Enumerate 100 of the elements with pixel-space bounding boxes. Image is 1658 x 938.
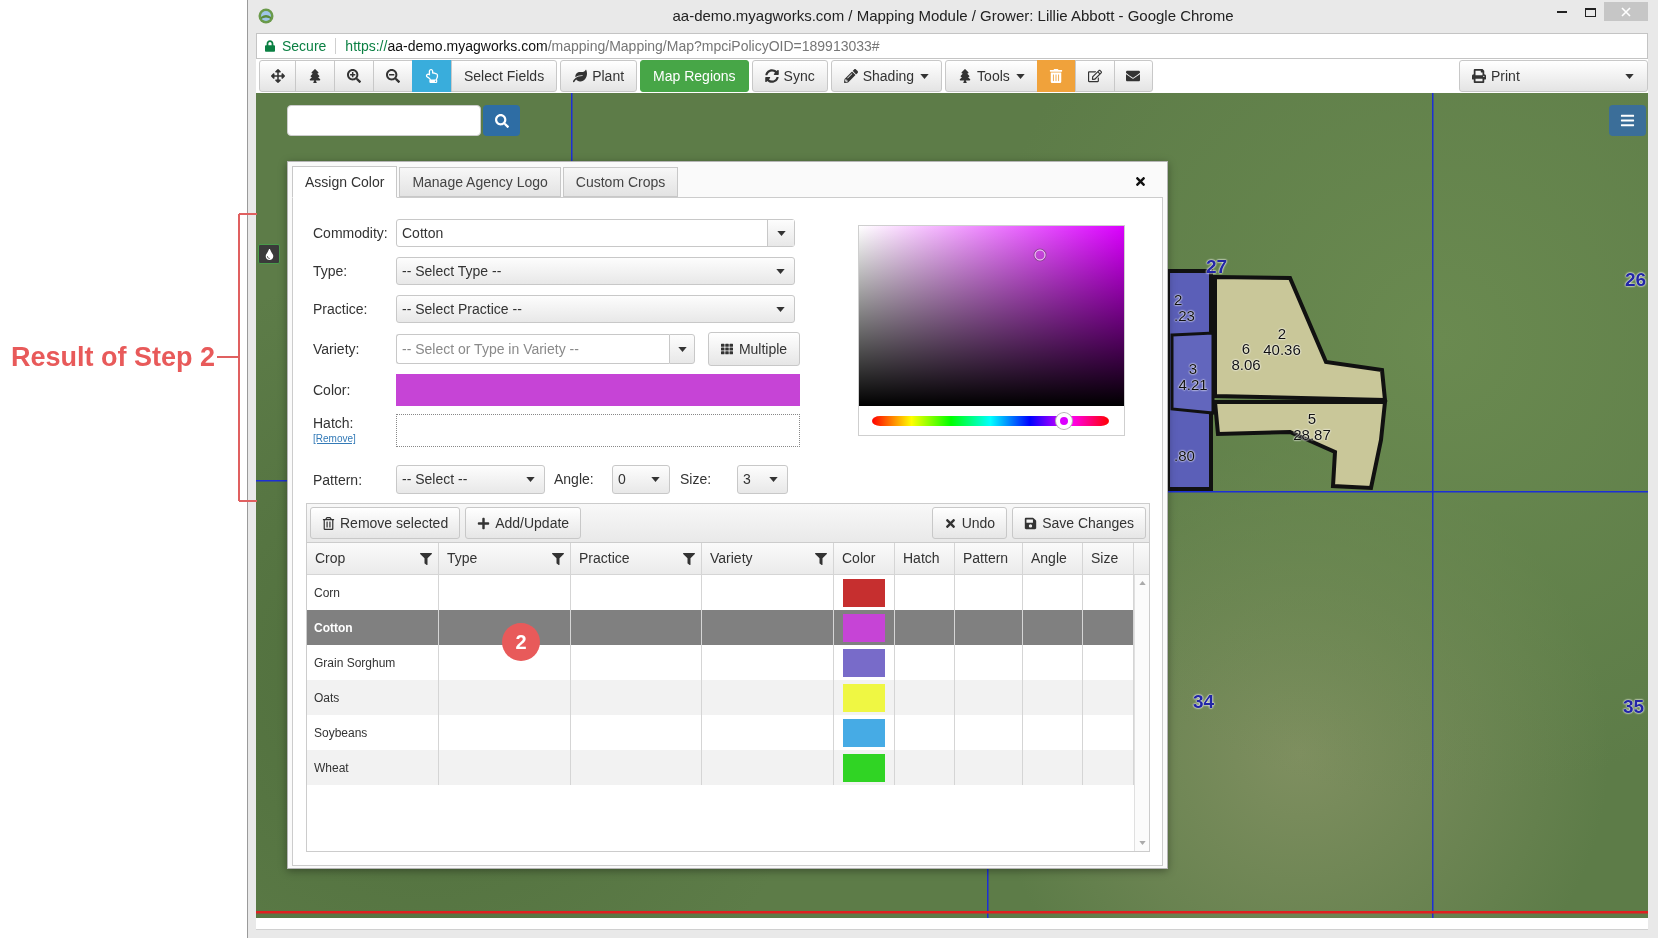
slider-thumb[interactable] [1055, 413, 1072, 429]
section-line [987, 869, 989, 918]
zoom-out-icon [386, 69, 400, 83]
dialog-tab[interactable]: Assign Color [292, 166, 398, 198]
column-header[interactable]: Type [447, 548, 478, 569]
map-photo[interactable] [256, 93, 1648, 918]
field-label: 2 [1174, 292, 1183, 308]
hand-pointer-icon [425, 69, 439, 83]
field-label: 2 [1277, 326, 1287, 342]
column-header[interactable]: Variety [710, 548, 753, 569]
grid-icon [720, 343, 733, 355]
type-select[interactable]: -- Select Type -- [396, 257, 795, 285]
pencil-icon [843, 69, 858, 83]
angle-select[interactable]: 0 [612, 465, 670, 494]
section-number: 26 [1625, 270, 1647, 290]
field-boundary[interactable] [1170, 331, 1215, 415]
column-header[interactable]: Color [842, 548, 876, 569]
drop-button[interactable] [258, 244, 280, 264]
field-label: 8.06 [1231, 357, 1261, 373]
edit-button[interactable] [1074, 60, 1115, 92]
dialog-tab[interactable]: Custom Crops [562, 167, 679, 197]
section-line [256, 480, 287, 482]
section-number: 35 [1623, 697, 1645, 717]
plus-icon [477, 516, 491, 530]
section-number: 34 [1193, 692, 1215, 712]
field-boundary[interactable] [1213, 274, 1388, 403]
table-cell-text: Grain Sorghum [314, 654, 396, 672]
table-cell-text: Cotton [314, 619, 353, 637]
field-boundary[interactable] [1212, 400, 1388, 491]
undo-button[interactable]: Undo [931, 507, 1008, 539]
field-label: 28.87 [1293, 427, 1331, 443]
field-label: Color: [313, 382, 351, 398]
zoom-in-icon [347, 69, 361, 83]
close-icon[interactable] [1134, 175, 1147, 188]
tree-button[interactable] [295, 60, 335, 92]
caret-icon [1015, 73, 1025, 79]
search-icon [494, 113, 509, 128]
field-label: Angle: [554, 470, 594, 489]
tools-button[interactable]: Tools [945, 60, 1038, 92]
save-changes-button[interactable]: Save Changes [1012, 507, 1146, 539]
size-select[interactable]: 3 [737, 465, 788, 494]
sync-button[interactable]: Sync [751, 60, 828, 92]
search-field[interactable] [287, 105, 481, 136]
hatch-field[interactable] [396, 414, 800, 447]
field-label: .23 [1174, 308, 1195, 324]
caret-icon [776, 230, 786, 236]
table-cell-text: Wheat [314, 759, 349, 777]
trash-icon [322, 516, 335, 530]
dropdown-button[interactable] [669, 334, 695, 364]
variety-input[interactable]: -- Select or Type in Variety -- [396, 334, 669, 364]
plant-button[interactable]: Plant [560, 60, 638, 92]
column-header[interactable]: Pattern [963, 548, 1009, 569]
site-icon [258, 8, 274, 24]
multiple-button[interactable]: Multiple [708, 332, 800, 366]
remove-link[interactable]: [Remove] [313, 433, 356, 445]
print-button[interactable]: Print [1459, 60, 1648, 92]
column-header[interactable]: Angle [1031, 548, 1067, 569]
field-label: Practice: [313, 301, 368, 317]
table-row[interactable]: Wheat [307, 750, 1134, 785]
remove-selected-button[interactable]: Remove selected [310, 507, 461, 539]
column-header[interactable]: Hatch [903, 548, 940, 569]
table-row[interactable]: Oats [307, 680, 1134, 715]
filter-icon[interactable] [683, 552, 695, 565]
field-label: Pattern: [313, 471, 363, 488]
add-update-button[interactable]: Add/Update [465, 507, 582, 539]
tree-icon [958, 69, 973, 83]
envelope-icon [1126, 69, 1141, 83]
column-header[interactable]: Practice [579, 548, 630, 569]
tree-icon [308, 69, 322, 83]
menu-button[interactable] [1609, 105, 1646, 136]
maximize-icon [1584, 7, 1596, 17]
filter-icon[interactable] [420, 552, 432, 565]
filter-icon[interactable] [552, 552, 564, 565]
column-header[interactable]: Crop [315, 548, 346, 569]
field-label: 5 [1307, 411, 1317, 427]
field-label: 4.21 [1178, 377, 1208, 393]
caret-icon [1625, 73, 1634, 79]
zoom-out-button[interactable] [373, 60, 413, 92]
address-bar[interactable]: Secure https://aa-demo.myagworks.com/mapping/Mapping/Map?mpciPolicyOID=189913033# [256, 33, 1648, 59]
pattern-select[interactable]: -- Select -- [396, 465, 545, 494]
column-header[interactable]: Size [1091, 548, 1119, 569]
zoom-in-button[interactable] [334, 60, 374, 92]
refresh-icon [764, 69, 779, 83]
commodity-select[interactable]: Cotton [396, 219, 795, 247]
section-number: 27 [1206, 257, 1228, 277]
trash-icon [1049, 69, 1064, 83]
dialog-tab[interactable]: Manage Agency Logo [399, 167, 561, 197]
email-button[interactable] [1113, 60, 1153, 92]
caret-icon [776, 306, 785, 312]
printer-icon [1472, 69, 1486, 83]
select-fields-button[interactable]: Select Fields [451, 60, 558, 92]
move-button[interactable] [259, 60, 296, 92]
shading-button[interactable]: Shading [830, 60, 943, 92]
hue-slider[interactable] [872, 413, 1109, 429]
saturation-field[interactable] [859, 226, 1124, 406]
filter-icon[interactable] [815, 552, 827, 565]
practice-select[interactable]: -- Select Practice -- [396, 295, 795, 323]
search-button[interactable] [483, 105, 520, 136]
color-field[interactable] [396, 374, 800, 406]
table-cell-text: Oats [314, 689, 340, 707]
